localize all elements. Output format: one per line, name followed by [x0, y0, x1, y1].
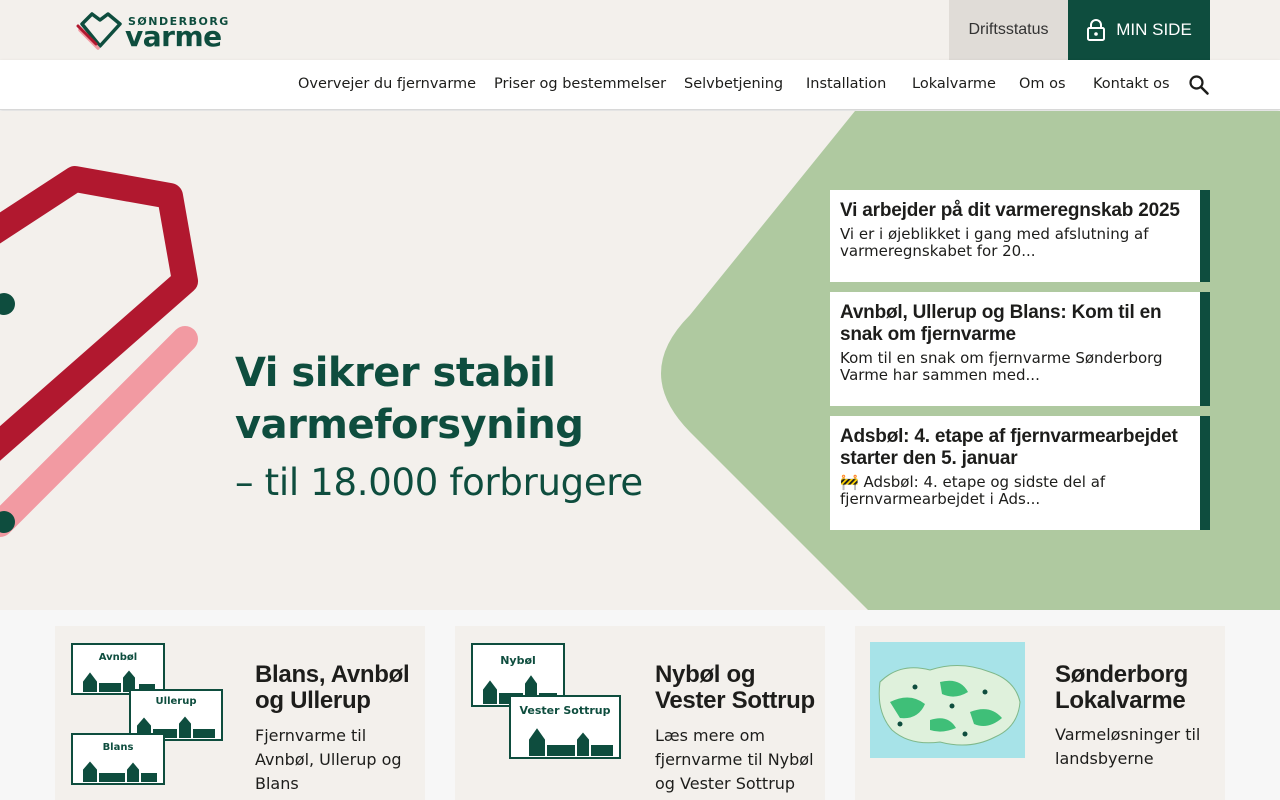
- card-text: Fjernvarme til Avnbøl, Ullerup og Blans: [255, 726, 402, 793]
- news-title: Avnbøl, Ullerup og Blans: Kom til en sna…: [840, 302, 1162, 345]
- news-title: Adsbøl: 4. etape af fjernvarmearbejdet s…: [840, 426, 1178, 469]
- town-signs-image: Nybøl Vester Sottrup: [471, 643, 621, 759]
- search-icon[interactable]: [1188, 74, 1210, 96]
- town-signs-image: Avnbøl Ullerup Blans: [71, 643, 223, 785]
- news-card[interactable]: Adsbøl: 4. etape af fjernvarmearbejdet s…: [830, 416, 1210, 530]
- nav-item-lokalvarme[interactable]: Lokalvarme: [912, 76, 996, 92]
- sign-label: Avnbøl: [99, 652, 137, 663]
- card-nybol[interactable]: Nybøl Vester Sottrup Nybøl og Vester Sot…: [455, 626, 825, 800]
- my-page-button[interactable]: MIN SIDE: [1068, 0, 1210, 60]
- hero-title-line2: varmeforsyning: [235, 402, 584, 448]
- card-lokalvarme[interactable]: Sønderborg Lokalvarme Varmeløsninger til…: [855, 626, 1225, 800]
- card-blans[interactable]: Avnbøl Ullerup Blans Blans, Avnbøl og Ul…: [55, 626, 425, 800]
- my-page-label: MIN SIDE: [1116, 20, 1192, 39]
- nav-item-overvejer[interactable]: Overvejer du fjernvarme: [298, 76, 476, 92]
- news-card[interactable]: Vi arbejder på dit varmeregnskab 2025 Vi…: [830, 190, 1210, 282]
- lock-icon: [1087, 19, 1106, 41]
- sign-label: Ullerup: [156, 696, 197, 707]
- hero-banner: Vi sikrer stabil varmeforsyning – til 18…: [0, 111, 1280, 610]
- hero-title-line1: Vi sikrer stabil: [235, 350, 556, 396]
- sign-label: Blans: [103, 742, 134, 753]
- news-card[interactable]: Avnbøl, Ullerup og Blans: Kom til en sna…: [830, 292, 1210, 406]
- card-text: Læs mere om fjernvarme til Nybøl og Vest…: [655, 726, 814, 793]
- news-text: Kom til en snak om fjernvarme Sønderborg…: [840, 349, 1163, 384]
- status-button[interactable]: Driftsstatus: [949, 0, 1068, 60]
- card-title: Nybøl og Vester Sottrup: [655, 661, 815, 714]
- news-title: Vi arbejder på dit varmeregnskab 2025: [840, 200, 1180, 221]
- nav-item-installation[interactable]: Installation: [806, 76, 886, 92]
- nav-item-kontakt[interactable]: Kontakt os: [1093, 76, 1170, 92]
- top-bar: SØNDERBORG varme Driftsstatus MIN SIDE: [0, 0, 1280, 60]
- hero-subtitle: – til 18.000 forbrugere: [235, 461, 643, 504]
- card-title: Blans, Avnbøl og Ullerup: [255, 661, 410, 714]
- logo-big-text: varme: [125, 20, 222, 53]
- nav-item-selvbetjening[interactable]: Selvbetjening: [684, 76, 783, 92]
- logo[interactable]: SØNDERBORG varme: [76, 10, 228, 53]
- card-title: Sønderborg Lokalvarme: [1055, 661, 1188, 714]
- news-text: Vi er i øjeblikket i gang med afslutning…: [840, 225, 1149, 260]
- hero-title: Vi sikrer stabil varmeforsyning: [235, 347, 584, 451]
- sign-label: Nybøl: [500, 654, 536, 667]
- heart-logo-icon: [76, 12, 122, 50]
- news-text: 🚧 Adsbøl: 4. etape og sidste del af fjer…: [840, 473, 1106, 508]
- map-image: [870, 642, 1025, 758]
- main-nav: Overvejer du fjernvarme Priser og bestem…: [0, 60, 1280, 110]
- sign-label: Vester Sottrup: [519, 704, 610, 717]
- nav-item-priser[interactable]: Priser og bestemmelser: [494, 76, 666, 92]
- nav-item-om-os[interactable]: Om os: [1019, 76, 1066, 92]
- card-text: Varmeløsninger til landsbyerne: [1055, 725, 1201, 768]
